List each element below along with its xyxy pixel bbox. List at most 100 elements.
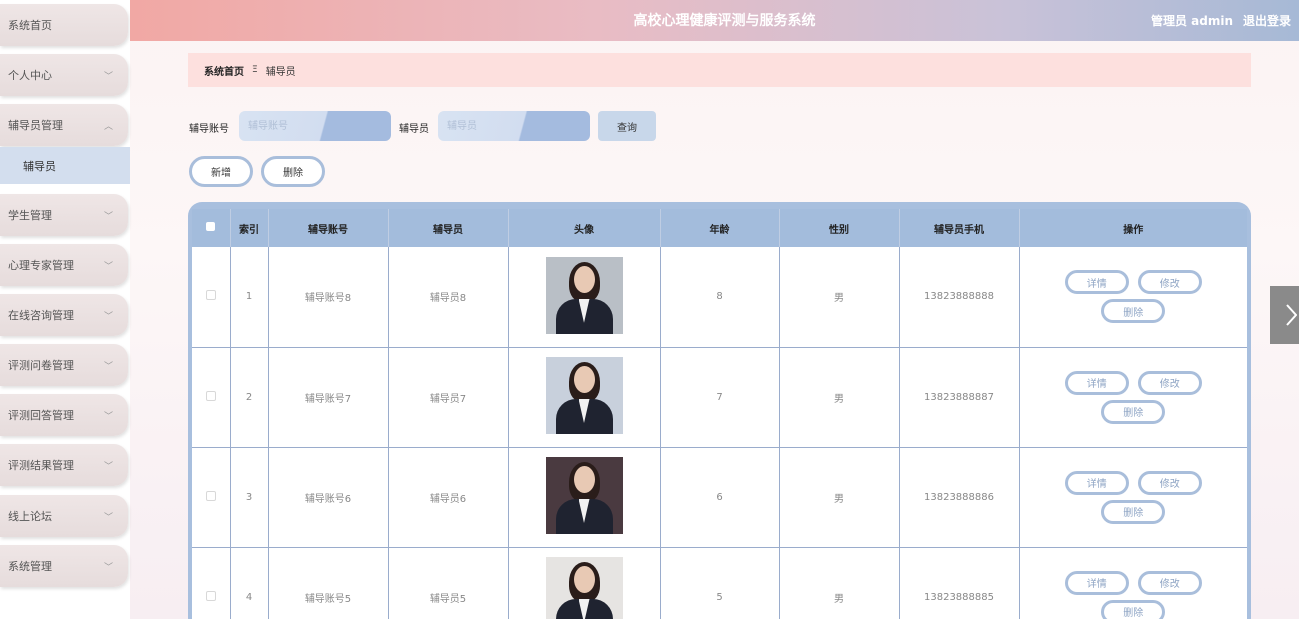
- edit-button[interactable]: 修改: [1137, 270, 1202, 295]
- delete-button[interactable]: 删除: [1101, 599, 1166, 619]
- delete-button[interactable]: 删除: [1101, 399, 1166, 424]
- name-search-label: 辅导员: [399, 124, 429, 135]
- sidebar-item-counselor-management[interactable]: 辅导员管理 ︿: [0, 104, 128, 146]
- chevron-down-icon: ﹀: [104, 512, 114, 523]
- row-select-cell: [192, 547, 231, 619]
- name-search-input[interactable]: [438, 111, 590, 141]
- sidebar: 系统首页 个人中心 ﹀ 辅导员管理 ︿ 辅导员 学生管理 ﹀ 心理专家管理 ﹀ …: [0, 0, 130, 619]
- logout-link[interactable]: 退出登录: [1243, 12, 1291, 29]
- row-checkbox[interactable]: [205, 590, 216, 601]
- table-row: 2 辅导账号7 辅导员7 7 男 13823888887 详情 修改 删除: [192, 347, 1247, 448]
- sidebar-item-label: 系统首页: [8, 19, 52, 32]
- add-button[interactable]: 新增: [189, 156, 253, 187]
- detail-button[interactable]: 详情: [1064, 570, 1129, 595]
- column-header-account: 辅导账号: [268, 209, 389, 247]
- sidebar-item-label: 评测回答管理: [8, 409, 74, 422]
- counselor-table-container: 索引 辅导账号 辅导员 头像 年龄 性别 辅导员手机 操作 1 辅导账号8 辅导…: [188, 202, 1251, 619]
- detail-button[interactable]: 详情: [1064, 270, 1129, 295]
- sidebar-item-students[interactable]: 学生管理 ﹀: [0, 194, 128, 236]
- cell-avatar: [508, 247, 661, 348]
- cell-phone: 13823888885: [899, 547, 1020, 619]
- column-header-gender: 性别: [779, 209, 900, 247]
- detail-button[interactable]: 详情: [1064, 370, 1129, 395]
- cell-name: 辅导员8: [388, 247, 509, 348]
- select-all-checkbox[interactable]: [206, 222, 216, 231]
- edit-button[interactable]: 修改: [1137, 470, 1202, 495]
- cell-actions: 详情 修改 删除: [1019, 347, 1247, 448]
- sidebar-item-profile[interactable]: 个人中心 ﹀: [0, 54, 128, 96]
- column-header-avatar: 头像: [508, 209, 661, 247]
- edit-button[interactable]: 修改: [1137, 370, 1202, 395]
- sidebar-item-label: 学生管理: [8, 209, 52, 222]
- sidebar-item-label: 系统管理: [8, 560, 52, 573]
- cell-index: 4: [230, 547, 269, 619]
- top-header: 高校心理健康评测与服务系统 管理员 admin 退出登录: [130, 0, 1299, 41]
- batch-delete-button[interactable]: 删除: [261, 156, 325, 187]
- cell-age: 7: [660, 347, 780, 448]
- query-button[interactable]: 查询: [598, 111, 656, 141]
- cell-gender: 男: [779, 347, 900, 448]
- cell-account: 辅导账号8: [268, 247, 389, 348]
- cell-name: 辅导员6: [388, 447, 509, 548]
- sidebar-item-label: 评测问卷管理: [8, 359, 74, 372]
- next-arrow-button[interactable]: [1270, 286, 1299, 344]
- table-row: 4 辅导账号5 辅导员5 5 男 13823888885 详情 修改 删除: [192, 547, 1247, 619]
- cell-name: 辅导员5: [388, 547, 509, 619]
- sidebar-item-label: 线上论坛: [8, 510, 52, 523]
- row-select-cell: [192, 447, 231, 548]
- sidebar-item-home[interactable]: 系统首页: [0, 4, 128, 46]
- cell-gender: 男: [779, 447, 900, 548]
- cell-name: 辅导员7: [388, 347, 509, 448]
- delete-button[interactable]: 删除: [1101, 299, 1166, 324]
- cell-account: 辅导账号5: [268, 547, 389, 619]
- row-checkbox[interactable]: [205, 290, 216, 301]
- sidebar-item-label: 心理专家管理: [8, 259, 74, 272]
- delete-button[interactable]: 删除: [1101, 499, 1166, 524]
- column-header-phone: 辅导员手机: [899, 209, 1020, 247]
- current-user: 管理员 admin: [1150, 14, 1233, 28]
- sidebar-item-answers[interactable]: 评测回答管理 ﹀: [0, 394, 128, 436]
- avatar: [545, 557, 623, 619]
- sidebar-item-results[interactable]: 评测结果管理 ﹀: [0, 444, 128, 486]
- breadcrumb-home[interactable]: 系统首页: [204, 63, 244, 78]
- cell-actions: 详情 修改 删除: [1019, 447, 1247, 548]
- sidebar-item-questionnaire[interactable]: 评测问卷管理 ﹀: [0, 344, 128, 386]
- cell-actions: 详情 修改 删除: [1019, 547, 1247, 619]
- breadcrumb: 系统首页 Ξ 辅导员: [188, 53, 1251, 87]
- sidebar-item-forum[interactable]: 线上论坛 ﹀: [0, 495, 128, 537]
- column-header-name: 辅导员: [388, 209, 509, 247]
- row-select-cell: [192, 247, 231, 348]
- sidebar-item-experts[interactable]: 心理专家管理 ﹀: [0, 244, 128, 286]
- cell-gender: 男: [779, 247, 900, 348]
- table-row: 3 辅导账号6 辅导员6 6 男 13823888886 详情 修改 删除: [192, 447, 1247, 548]
- sidebar-item-label: 在线咨询管理: [8, 309, 74, 322]
- sidebar-item-label: 辅导员管理: [8, 119, 63, 132]
- column-header-index: 索引: [230, 209, 269, 247]
- detail-button[interactable]: 详情: [1064, 470, 1129, 495]
- chevron-down-icon: ﹀: [104, 562, 114, 573]
- sidebar-subitem-counselor[interactable]: 辅导员: [0, 147, 130, 184]
- cell-avatar: [508, 547, 661, 619]
- cell-avatar: [508, 347, 661, 448]
- cell-index: 1: [230, 247, 269, 348]
- sidebar-item-system[interactable]: 系统管理 ﹀: [0, 545, 128, 587]
- cell-index: 2: [230, 347, 269, 448]
- chevron-down-icon: ﹀: [104, 311, 114, 322]
- table-row: 1 辅导账号8 辅导员8 8 男 13823888888 详情 修改 删除: [192, 247, 1247, 348]
- row-checkbox[interactable]: [205, 490, 216, 501]
- chevron-right-icon: [1286, 304, 1297, 326]
- sidebar-item-label: 评测结果管理: [8, 459, 74, 472]
- sidebar-subitem-label: 辅导员: [23, 159, 56, 173]
- row-select-cell: [192, 347, 231, 448]
- column-header-age: 年龄: [660, 209, 780, 247]
- account-search-input[interactable]: [239, 111, 391, 141]
- breadcrumb-separator-icon: Ξ: [252, 65, 258, 75]
- row-checkbox[interactable]: [205, 390, 216, 401]
- table-header-row: 索引 辅导账号 辅导员 头像 年龄 性别 辅导员手机 操作: [192, 209, 1247, 247]
- chevron-down-icon: ﹀: [104, 461, 114, 472]
- chevron-down-icon: ﹀: [104, 261, 114, 272]
- cell-age: 8: [660, 247, 780, 348]
- select-all-header: [192, 209, 231, 247]
- edit-button[interactable]: 修改: [1137, 570, 1202, 595]
- sidebar-item-consultation[interactable]: 在线咨询管理 ﹀: [0, 294, 128, 336]
